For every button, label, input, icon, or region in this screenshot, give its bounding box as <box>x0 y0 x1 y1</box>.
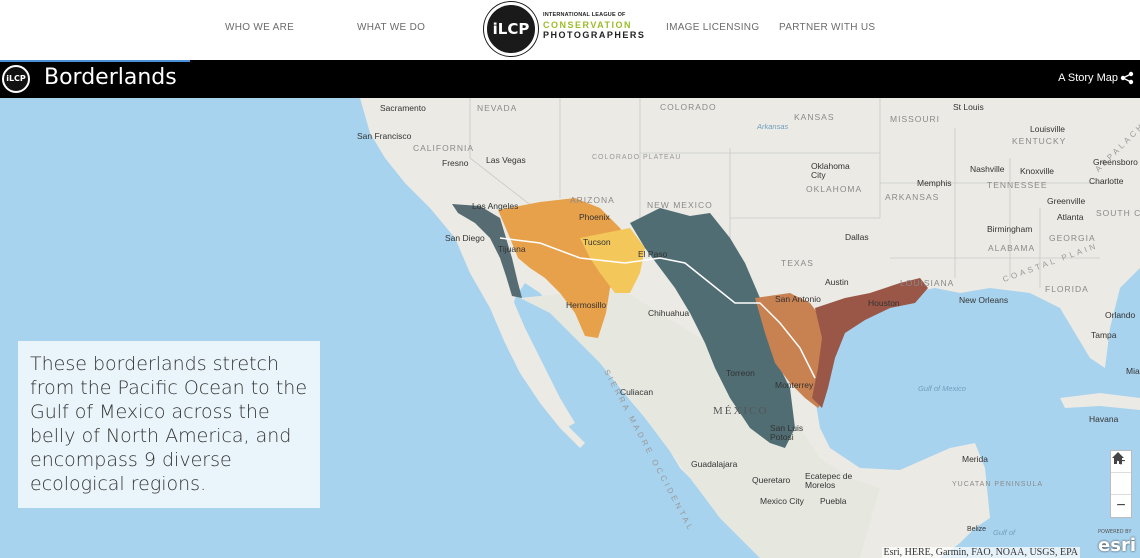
label-state: YUCATAN PENINSULA <box>952 481 1044 488</box>
label-city: San Luis Potosi <box>770 423 804 442</box>
label-city: Tampa <box>1091 330 1117 340</box>
header-logo[interactable]: iLCP <box>2 65 30 93</box>
header-accent-line <box>0 60 190 62</box>
label-feature: COLORADO PLATEAU <box>592 154 682 161</box>
home-icon <box>1112 452 1124 464</box>
label-state: COLORADO <box>660 102 717 112</box>
label-city: Queretaro <box>752 475 791 485</box>
label-city: Hermosillo <box>566 300 607 310</box>
label-city: San Antonio <box>775 294 821 304</box>
map-attribution[interactable]: Esri, HERE, Garmin, FAO, NOAA, USGS, EPA <box>881 547 1080 558</box>
label-state: OKLAHOMA <box>806 184 863 194</box>
label-water: Gulf of Mexico <box>918 384 966 393</box>
label-city: Monterrey <box>775 380 814 390</box>
esri-logo-text: esri <box>1098 535 1136 556</box>
label-city: Nashville <box>970 164 1005 174</box>
label-state: KENTUCKY <box>1012 136 1067 146</box>
label-state: ARIZONA <box>570 195 615 205</box>
label-state: NEVADA <box>477 103 518 113</box>
label-city: Birmingham <box>987 224 1033 234</box>
label-city: Havana <box>1089 414 1119 424</box>
zoom-out-button[interactable]: − <box>1111 495 1131 517</box>
label-water: Gulf of <box>993 528 1016 537</box>
story-text: These borderlands stretch from the Pacif… <box>30 353 308 495</box>
esri-logo[interactable]: POWERED BY esri <box>1098 529 1136 556</box>
label-city: Fresno <box>442 158 469 168</box>
label-state: ALABAMA <box>988 243 1036 253</box>
label-city: Oklahoma City <box>811 161 850 180</box>
label-city: Belize <box>967 526 987 533</box>
home-button[interactable] <box>1111 452 1131 495</box>
label-state: SOUTH CAROLINA <box>1096 208 1140 218</box>
zoom-controls: + − <box>1110 450 1132 518</box>
story-header-bar: iLCP Borderlands A Story Map <box>0 60 1140 98</box>
label-city: Charlotte <box>1089 176 1124 186</box>
label-water: Arkansas <box>757 122 789 131</box>
label-city: Houston <box>868 298 900 308</box>
label-city: Chihuahua <box>648 308 690 318</box>
label-city: Los Angeles <box>472 201 519 211</box>
share-icon[interactable] <box>1120 71 1134 85</box>
label-city: Atlanta <box>1057 212 1084 222</box>
label-state: GEORGIA <box>1049 233 1096 243</box>
label-state: KANSAS <box>794 112 835 122</box>
top-navigation: WHO WE ARE WHAT WE DO iLCP INTERNATIONAL… <box>0 0 1140 60</box>
nav-image-licensing[interactable]: IMAGE LICENSING <box>666 22 759 33</box>
label-city: Tucson <box>583 237 611 247</box>
label-city: San Diego <box>445 233 485 243</box>
nav-who-we-are[interactable]: WHO WE ARE <box>225 22 294 33</box>
label-city: Greenville <box>1047 196 1086 206</box>
label-city: New Orleans <box>959 295 1009 305</box>
label-city: Greensboro <box>1093 157 1138 167</box>
label-city: Puebla <box>820 496 847 506</box>
label-city: Austin <box>825 277 849 287</box>
label-city: San Francisco <box>357 131 412 141</box>
label-country: MÉXICO <box>713 405 769 417</box>
label-city: Las Vegas <box>486 155 526 165</box>
label-city: Mexico City <box>760 496 804 506</box>
label-city: Phoenix <box>579 212 610 222</box>
label-city: St Louis <box>953 102 984 112</box>
label-city: Merida <box>962 454 988 464</box>
nav-partner-with-us[interactable]: PARTNER WITH US <box>779 22 875 33</box>
label-city: Tijuana <box>498 244 526 254</box>
header-logo-text: iLCP <box>6 74 26 83</box>
label-state: LOUISIANA <box>900 278 955 288</box>
label-state: FLORIDA <box>1045 284 1089 294</box>
esri-powered-text: POWERED BY <box>1098 529 1132 535</box>
label-city: El Paso <box>638 249 668 259</box>
label-city: Ecatepec de Morelos <box>805 471 853 490</box>
label-city: Guadalajara <box>691 459 738 469</box>
logo-wordmark: INTERNATIONAL LEAGUE OF CONSERVATION PHO… <box>543 10 645 40</box>
logo-mark-text: iLCP <box>492 20 530 38</box>
label-state: ARKANSAS <box>885 192 940 202</box>
label-city: Louisville <box>1030 124 1065 134</box>
label-city: Dallas <box>845 232 869 242</box>
label-state: NEW MEXICO <box>647 200 713 210</box>
logo-line-1: INTERNATIONAL LEAGUE OF <box>543 12 626 18</box>
ilcp-logo[interactable]: iLCP INTERNATIONAL LEAGUE OF CONSERVATIO… <box>484 2 644 56</box>
label-city: Memphis <box>917 178 952 188</box>
story-text-panel: These borderlands stretch from the Pacif… <box>18 341 320 508</box>
label-city: Orlando <box>1105 310 1136 320</box>
label-state: TENNESSEE <box>987 180 1048 190</box>
label-city: Knoxville <box>1020 166 1055 176</box>
label-city: Sacramento <box>380 103 426 113</box>
story-map[interactable]: NEVADA COLORADO KANSAS MISSOURI KENTUCKY… <box>0 98 1140 558</box>
nav-what-we-do[interactable]: WHAT WE DO <box>357 22 425 33</box>
story-subtitle: A Story Map <box>1058 72 1118 84</box>
label-city: Culiacan <box>620 387 654 397</box>
ilcp-logo-mark: iLCP <box>484 2 538 56</box>
label-state: CALIFORNIA <box>413 143 475 153</box>
label-city: Miami <box>1126 366 1140 376</box>
label-state: MISSOURI <box>890 114 941 124</box>
label-city: Torreon <box>726 368 755 378</box>
logo-line-2: CONSERVATION <box>543 20 633 30</box>
label-state: TEXAS <box>781 258 814 268</box>
logo-line-3: PHOTOGRAPHERS <box>543 30 646 40</box>
story-title: Borderlands <box>44 65 177 90</box>
